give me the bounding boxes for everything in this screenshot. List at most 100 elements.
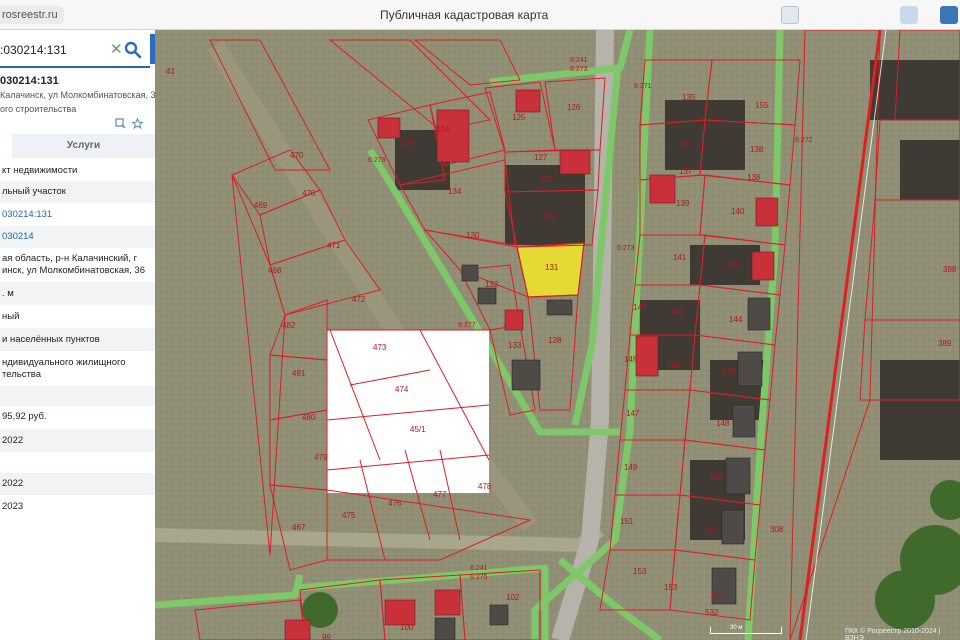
parcel-label: 388: [943, 265, 957, 274]
close-icon[interactable]: ✕: [110, 40, 123, 58]
parcel-label: 127: [534, 153, 548, 162]
attribute-row[interactable]: 030214:131: [0, 204, 155, 226]
parcel-label: 123: [401, 139, 415, 148]
tab-info[interactable]: [0, 134, 12, 158]
parcel-label: 475: [342, 511, 356, 520]
parcel-label: 129: [542, 213, 556, 222]
info-panel: 030214:131 Калачинск, ул Молкомбинатовск…: [0, 68, 155, 640]
attribute-row: 2022: [0, 473, 155, 495]
parcel-label: 470: [302, 189, 316, 198]
window-icon[interactable]: [781, 6, 799, 24]
parcel-label: 125: [512, 113, 526, 122]
parcel-label: 471: [327, 241, 341, 250]
parcel-label: 41: [166, 67, 175, 76]
parcel-purpose: ого строительства: [0, 104, 77, 114]
parcel-label: 473: [373, 343, 387, 352]
cadastral-map[interactable]: 41 470 469 470 471 468 472 482 473 474 4…: [155, 30, 960, 640]
road-label: 6:273: [570, 66, 588, 73]
parcel-label: 137: [679, 167, 693, 176]
attribute-row: ный: [2, 311, 20, 322]
road-label: 6:272: [795, 137, 813, 144]
map-canvas[interactable]: 41 470 469 470 471 468 472 482 473 474 4…: [155, 30, 960, 640]
panel-tabs: Услуги: [0, 134, 155, 158]
top-bar: rosreestr.ru Публичная кадастровая карта: [0, 0, 960, 30]
parcel-label: 128: [548, 336, 562, 345]
attribute-row: ая область, р-н Калачинский, г инск, ул …: [2, 253, 145, 276]
road-label: 6:271: [634, 83, 652, 90]
attribute-row[interactable]: 030214: [0, 226, 155, 248]
parcel-label: 152: [705, 527, 719, 536]
parcel-label: 480: [302, 413, 316, 422]
search-icon[interactable]: [124, 41, 142, 59]
road-label: 6:241: [570, 57, 588, 64]
road-label: 6:279: [368, 157, 386, 164]
road-label: 6:273: [617, 245, 635, 252]
parcel-label: 132: [485, 280, 499, 289]
parcel-label: 150: [709, 473, 723, 482]
parcel-label: 147: [626, 409, 640, 418]
parcel-label: 476: [388, 499, 402, 508]
parcel-label: 143: [633, 303, 647, 312]
parcel-label: 151: [620, 517, 634, 526]
road-label: 6:275: [470, 574, 488, 581]
parcel-label: 468: [268, 266, 282, 275]
cadastral-number-title: 030214:131: [0, 75, 59, 87]
parcel-label: 477: [433, 490, 447, 499]
parcel-label: 144: [729, 315, 743, 324]
parcel-label: 146: [722, 367, 736, 376]
site-url[interactable]: rosreestr.ru: [0, 6, 64, 24]
parcel-label: 131: [545, 263, 559, 272]
parcel-label: 100: [400, 623, 414, 632]
parcel-label: 140: [731, 207, 745, 216]
parcel-label: 135: [682, 93, 696, 102]
search-input[interactable]: :030214:131: [0, 43, 67, 57]
parcel-label: 124: [436, 125, 450, 134]
parcel-label: 45/1: [410, 425, 426, 434]
star-icon[interactable]: [132, 118, 143, 129]
parcel-label: 154: [710, 590, 724, 599]
attribute-row: и населённых пунктов: [0, 328, 155, 351]
attribute-row: 2022: [0, 429, 155, 452]
parcel-label: 126: [567, 103, 581, 112]
parcel-label: 149: [624, 463, 638, 472]
attribute-row: [0, 452, 155, 472]
parcel-label: 138: [750, 145, 764, 154]
parcel-label: 470: [290, 151, 304, 160]
parcel-label: 99: [322, 633, 331, 640]
parcel-label: 479: [314, 453, 328, 462]
parcel-label: 127: [540, 175, 554, 184]
parcel-label: 155: [755, 101, 769, 110]
parcel-label: 148: [716, 419, 730, 428]
zoom-to-icon[interactable]: [115, 118, 126, 129]
road-label: 6:277: [458, 322, 476, 329]
scale-bar: [710, 627, 782, 634]
parcel-label: 137: [679, 141, 693, 150]
parcel-label: 469: [254, 201, 268, 210]
parcel-label: 145: [667, 361, 681, 370]
parcel-label: 130: [466, 231, 480, 240]
parcel-label: 389: [938, 339, 952, 348]
attribute-row: кт недвижимости: [2, 164, 78, 176]
attribute-row: 2023: [2, 501, 24, 512]
tab-services[interactable]: Услуги: [12, 134, 155, 158]
attribute-row: ндивидуального жилищного тельства: [2, 356, 126, 380]
profile-icon[interactable]: [940, 6, 958, 24]
attribute-row: [0, 386, 155, 406]
parcel-label: 472: [352, 295, 366, 304]
attribute-row: 95,92 руб.: [2, 411, 47, 422]
blank-area: [327, 330, 489, 493]
apps-icon[interactable]: [900, 6, 918, 24]
attribute-row: льный участок: [0, 181, 155, 203]
parcel-label: 153: [664, 583, 678, 592]
road-label: 6:241: [470, 565, 488, 572]
parcel-label: 478: [478, 482, 492, 491]
parcel-label: 153: [633, 567, 647, 576]
parcel-label: 532: [705, 608, 719, 617]
search-box[interactable]: :030214:131 ✕: [0, 34, 150, 68]
page-title: Публичная кадастровая карта: [380, 8, 549, 22]
attribute-row: . м: [0, 282, 155, 305]
parcel-label: 482: [282, 321, 296, 330]
parcel-label: 138: [747, 173, 761, 182]
scale-label: 30 м: [730, 625, 743, 631]
parcel-label: 141: [673, 253, 687, 262]
